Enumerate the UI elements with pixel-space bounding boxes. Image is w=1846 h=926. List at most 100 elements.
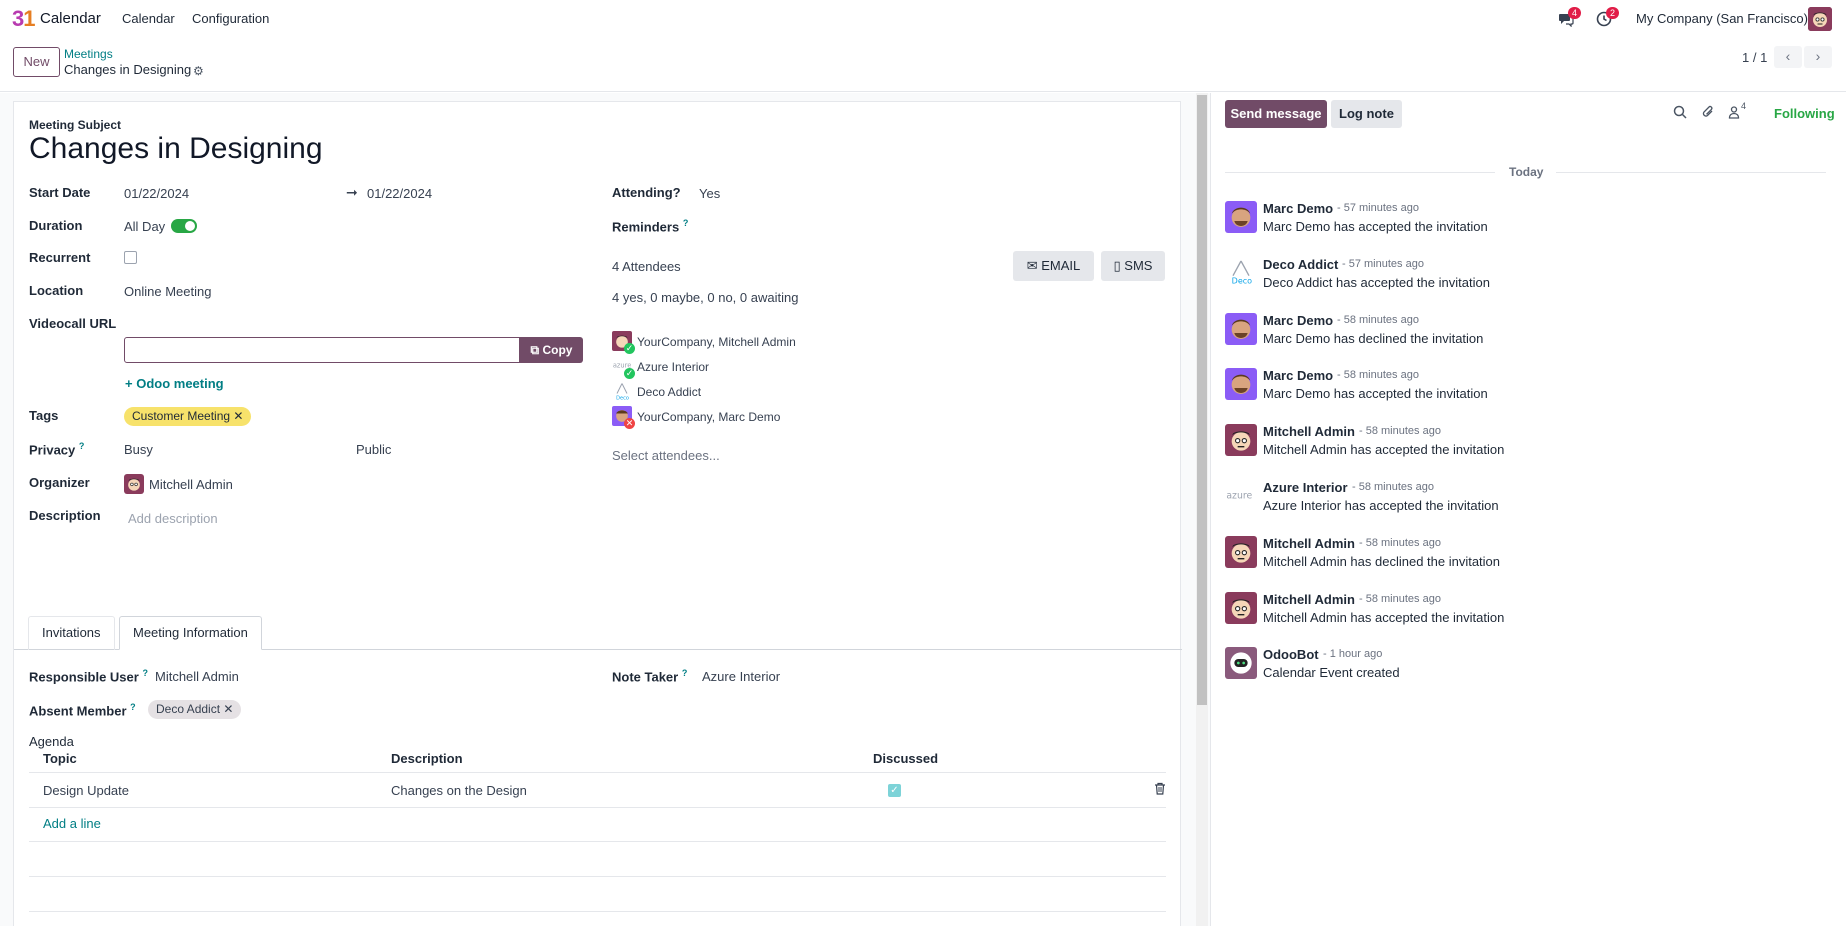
description-input[interactable]: Add description [128, 511, 218, 526]
message-body: Calendar Event created [1263, 665, 1400, 681]
tab-invitations[interactable]: Invitations [28, 616, 115, 650]
author-avatar[interactable] [1225, 201, 1257, 233]
tab-meeting-information[interactable]: Meeting Information [119, 616, 262, 650]
message-time: - 58 minutes ago [1337, 369, 1419, 382]
search-icon[interactable] [1673, 105, 1687, 122]
menu-configuration[interactable]: Configuration [192, 11, 269, 26]
attendee-name[interactable]: Deco Addict [637, 385, 701, 399]
message-author[interactable]: Mitchell Admin [1263, 424, 1355, 439]
start-date-input[interactable]: 01/22/2024 [124, 186, 189, 201]
remove-tag-icon[interactable]: ✕ [233, 409, 243, 423]
column-topic[interactable]: Topic [43, 751, 77, 766]
pager-value[interactable]: 1 / 1 [1742, 50, 1767, 65]
author-avatar[interactable] [1225, 591, 1257, 624]
form-scrollbar[interactable] [1196, 93, 1208, 926]
all-day-toggle[interactable] [171, 219, 197, 233]
author-avatar[interactable] [1225, 368, 1257, 401]
author-avatar[interactable] [1225, 424, 1257, 457]
calendar-app-icon[interactable]: 31 [12, 6, 35, 32]
message-body: Azure Interior has accepted the invitati… [1263, 498, 1499, 513]
breadcrumb-meetings[interactable]: Meetings [64, 47, 113, 61]
new-button[interactable]: New [13, 47, 60, 77]
message-author[interactable]: Marc Demo [1263, 201, 1333, 216]
trash-icon[interactable] [1154, 782, 1166, 798]
help-icon[interactable]: ? [130, 702, 136, 712]
responsible-user-input[interactable]: Mitchell Admin [155, 669, 239, 684]
author-avatar[interactable] [1225, 312, 1257, 345]
discussed-checkbox[interactable]: ✓ [888, 784, 901, 797]
followers-icon[interactable]: 4 [1727, 101, 1746, 122]
gear-icon[interactable]: ⚙ [193, 64, 204, 78]
recurrent-checkbox[interactable] [124, 251, 137, 264]
author-avatar[interactable] [1225, 647, 1257, 680]
help-icon[interactable]: ? [682, 668, 688, 678]
following-button[interactable]: Following [1774, 106, 1835, 121]
help-icon[interactable]: ? [142, 668, 148, 678]
message-author[interactable]: Deco Addict [1263, 257, 1338, 272]
activities-icon[interactable]: 2 [1596, 7, 1620, 27]
tag-customer-meeting[interactable]: Customer Meeting ✕ [124, 407, 252, 426]
author-avatar[interactable]: Deco [1225, 256, 1257, 289]
copy-button[interactable]: ⧉ Copy [520, 337, 583, 363]
author-avatar[interactable] [1225, 535, 1257, 568]
attendee-name[interactable]: YourCompany, Mitchell Admin [637, 335, 796, 349]
remove-tag-icon[interactable]: ✕ [223, 702, 233, 716]
message-author[interactable]: Marc Demo [1263, 313, 1333, 328]
end-date-input[interactable]: 01/22/2024 [367, 186, 432, 201]
form-sheet: Meeting Subject Changes in Designing Sta… [13, 101, 1182, 926]
message-author[interactable]: Mitchell Admin [1263, 592, 1355, 607]
odoo-meeting-link[interactable]: + Odoo meeting [125, 376, 224, 391]
meeting-subject-input[interactable]: Changes in Designing [29, 132, 323, 166]
scrollbar-thumb[interactable] [1197, 95, 1207, 705]
select-attendees-input[interactable]: Select attendees... [612, 448, 720, 463]
note-taker-input[interactable]: Azure Interior [702, 669, 780, 684]
company-switcher[interactable]: My Company (San Francisco) [1636, 11, 1808, 26]
attendee-name[interactable]: Azure Interior [637, 360, 709, 374]
column-description[interactable]: Description [391, 751, 463, 766]
show-as-select[interactable]: Busy [124, 442, 153, 457]
organizer-input[interactable]: Mitchell Admin [149, 477, 233, 492]
absent-member-tag[interactable]: Deco Addict ✕ [148, 700, 242, 719]
location-input[interactable]: Online Meeting [124, 284, 211, 299]
message-author[interactable]: OdooBot [1263, 647, 1319, 662]
topic-cell[interactable]: Design Update [43, 783, 129, 798]
message-time: - 58 minutes ago [1337, 313, 1419, 326]
message-author[interactable]: Mitchell Admin [1263, 536, 1355, 551]
absent-member-label: Absent Member ? [29, 702, 136, 719]
app-name[interactable]: Calendar [40, 10, 101, 27]
all-day-label: All Day [124, 219, 166, 234]
absent-member-name: Deco Addict [156, 702, 221, 716]
log-note-button[interactable]: Log note [1331, 100, 1402, 128]
description-cell[interactable]: Changes on the Design [391, 783, 527, 798]
message-time: - 58 minutes ago [1352, 481, 1434, 493]
messages-icon[interactable]: 4 [1558, 7, 1582, 28]
pager-next-button[interactable]: › [1804, 46, 1832, 68]
row-border [29, 911, 1166, 912]
attending-select[interactable]: Yes [699, 186, 720, 201]
menu-calendar[interactable]: Calendar [122, 11, 175, 26]
top-navbar: 31 Calendar Calendar Configuration 4 2 M… [0, 0, 1846, 38]
sms-button[interactable]: ▯ SMS [1101, 251, 1165, 281]
odoo-meeting-label: Odoo meeting [136, 376, 224, 391]
paperclip-icon[interactable] [1701, 105, 1715, 122]
email-button[interactable]: ✉ EMAIL [1013, 251, 1094, 281]
help-icon[interactable]: ? [683, 218, 689, 228]
privacy-label: Privacy ? [29, 441, 85, 458]
privacy-select[interactable]: Public [356, 442, 391, 457]
message-author[interactable]: Marc Demo [1263, 368, 1333, 383]
send-message-button[interactable]: Send message [1225, 100, 1327, 128]
videocall-url-input[interactable] [124, 337, 520, 363]
chatter-message: Deco Deco Addict - 57 minutes ago Deco Addi… [1225, 256, 1825, 305]
message-author[interactable]: Azure Interior [1263, 480, 1348, 495]
help-icon[interactable]: ? [79, 441, 85, 451]
table-row[interactable]: Design Update Changes on the Design ✓ [29, 773, 1166, 807]
row-border [29, 841, 1166, 842]
attendee-name[interactable]: YourCompany, Marc Demo [637, 410, 780, 424]
divider-right [1556, 172, 1826, 173]
message-body: Marc Demo has accepted the invitation [1263, 219, 1488, 234]
author-avatar[interactable]: azure [1225, 480, 1257, 512]
column-discussed[interactable]: Discussed [873, 751, 938, 766]
add-line-link[interactable]: Add a line [43, 816, 101, 831]
pager-previous-button[interactable]: ‹ [1774, 46, 1802, 68]
user-avatar[interactable] [1808, 7, 1832, 31]
